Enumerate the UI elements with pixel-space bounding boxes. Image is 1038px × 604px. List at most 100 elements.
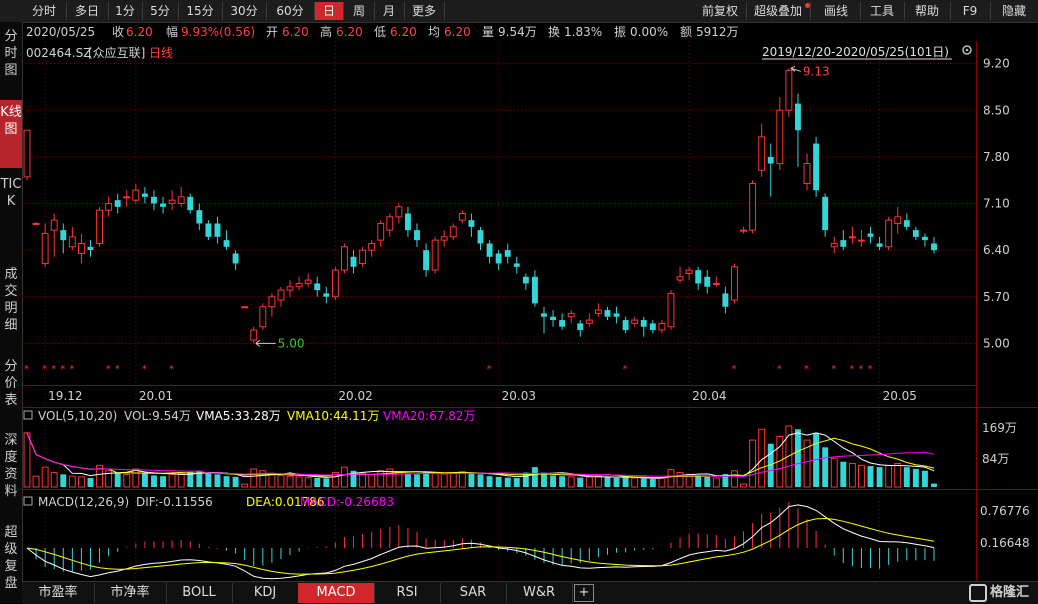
candle — [341, 243, 348, 274]
candle — [123, 190, 131, 207]
candle — [894, 206, 902, 234]
event-star-icon: * — [169, 364, 174, 375]
tab-wr[interactable]: W&R — [506, 583, 573, 603]
settings-gear-icon[interactable] — [962, 45, 972, 55]
period-tab-5min[interactable]: 5分 — [142, 2, 179, 20]
hide-button[interactable]: 隐藏 — [990, 2, 1038, 20]
tools-button[interactable]: 工具 — [860, 2, 905, 20]
candle — [87, 240, 94, 257]
low-label: 低 — [374, 25, 387, 39]
volume-bar — [931, 483, 937, 487]
candle — [513, 256, 520, 274]
vma5-value: VMA5:33.28万 — [196, 409, 281, 423]
period-tab-60min[interactable]: 60分 — [266, 2, 315, 20]
draw-line-button[interactable]: 画线 — [812, 2, 861, 20]
volume-bar — [541, 472, 547, 487]
volume-bar — [912, 468, 919, 487]
volume-bar — [141, 473, 148, 487]
tab-pe-ratio[interactable]: 市盈率 — [22, 583, 95, 603]
period-tab-monthly[interactable]: 月 — [374, 2, 405, 20]
watermark-logo: 格隆汇 — [960, 583, 1038, 603]
tab-macd[interactable]: MACD — [298, 583, 375, 603]
volume-bar — [903, 467, 910, 487]
sidebar-item-depth-data[interactable]: 深度资料 — [0, 432, 22, 504]
candle — [767, 143, 774, 197]
candle — [187, 193, 194, 214]
notification-dot-icon — [805, 3, 810, 8]
volume-label: 量 — [482, 25, 495, 39]
candle — [504, 243, 511, 264]
candle — [196, 203, 203, 231]
sidebar-item-super-review[interactable]: 超级复盘 — [0, 524, 22, 596]
f9-button[interactable]: F9 — [950, 2, 991, 20]
tab-pb-ratio[interactable]: 市净率 — [94, 583, 167, 603]
event-star-icon: * — [849, 364, 854, 375]
add-indicator-button[interactable]: + — [574, 584, 594, 602]
period-tab-daily[interactable]: 日 — [315, 2, 344, 20]
candle — [695, 266, 702, 291]
candle — [704, 270, 711, 294]
candle — [876, 236, 883, 251]
high-value: 6.20 — [336, 25, 363, 39]
sidebar-item-tick[interactable]: TICK — [0, 176, 22, 248]
volume-bar — [341, 466, 348, 488]
volume-bar — [676, 472, 684, 488]
period-tab-1min[interactable]: 1分 — [108, 2, 143, 20]
super-overlay-button[interactable]: 超级叠加 — [746, 2, 811, 20]
volume-bar — [749, 439, 757, 488]
tab-boll[interactable]: BOLL — [166, 583, 233, 603]
sidebar-item-kline[interactable]: K线图 — [0, 100, 22, 168]
event-star-icon: * — [106, 364, 111, 375]
candle — [776, 96, 784, 171]
date-tick-label: 20.03 — [502, 389, 536, 403]
low-marker-arrow-icon — [255, 339, 276, 347]
help-button[interactable]: 帮助 — [904, 2, 951, 20]
volume-bar — [295, 476, 303, 488]
volume-bar — [368, 473, 376, 488]
candle — [350, 250, 357, 274]
sidebar-item-trade-detail[interactable]: 成交明细 — [0, 266, 22, 338]
period-tab-multiday[interactable]: 多日 — [66, 2, 109, 20]
event-star-icon: * — [42, 364, 47, 375]
volume-bar — [50, 472, 58, 488]
macd-collapse-icon[interactable] — [23, 496, 33, 506]
tab-sar[interactable]: SAR — [440, 583, 507, 603]
event-star-icon: * — [831, 364, 836, 375]
volume-bar — [495, 476, 502, 487]
period-tab-more[interactable]: 更多 — [404, 2, 445, 20]
change-value: 9.93%(0.56) — [181, 25, 256, 39]
candle — [168, 190, 176, 211]
volume-bar — [250, 468, 258, 488]
volume-bar — [585, 476, 593, 488]
period-tab-30min[interactable]: 30分 — [222, 2, 267, 20]
volume-bar — [77, 476, 85, 488]
low-marker-label: 5.00 — [278, 336, 305, 350]
price-tick-label: 9.20 — [983, 57, 1010, 71]
candle — [567, 310, 575, 324]
period-tab-15min[interactable]: 15分 — [178, 2, 223, 20]
date-tick-label: 20.01 — [139, 389, 173, 403]
candle — [141, 186, 148, 204]
event-star-icon: * — [623, 364, 628, 375]
tab-rsi[interactable]: RSI — [374, 583, 441, 603]
volume-bar — [404, 473, 411, 487]
macd-tick-high: 0.76776 — [980, 504, 1030, 518]
candle — [604, 306, 611, 321]
macd-tick-mid: 0.16648 — [980, 536, 1030, 550]
event-star-icon: * — [24, 364, 29, 375]
period-tab-weekly[interactable]: 周 — [344, 2, 375, 20]
adjust-forward-button[interactable]: 前复权 — [694, 2, 747, 20]
tab-kdj[interactable]: KDJ — [232, 583, 299, 603]
period-tab-timeshare[interactable]: 分时 — [22, 2, 67, 20]
candle — [667, 290, 675, 331]
vma10-value: VMA10:44.11万 — [287, 409, 379, 423]
kline-chart[interactable]: 9.20 8.50 7.80 7.10 6.40 5.70 5.00 19.12 20.01 2… — [22, 41, 1038, 581]
sidebar-item-price-table[interactable]: 分价表 — [0, 358, 22, 412]
sidebar-item-timeshare[interactable]: 分时图 — [0, 28, 22, 82]
candle — [658, 320, 666, 334]
vol-collapse-icon[interactable] — [23, 410, 33, 420]
event-star-icon: * — [69, 364, 74, 375]
volume-bar — [795, 429, 801, 487]
volume-bar — [449, 472, 457, 488]
volume-bar — [567, 476, 575, 488]
